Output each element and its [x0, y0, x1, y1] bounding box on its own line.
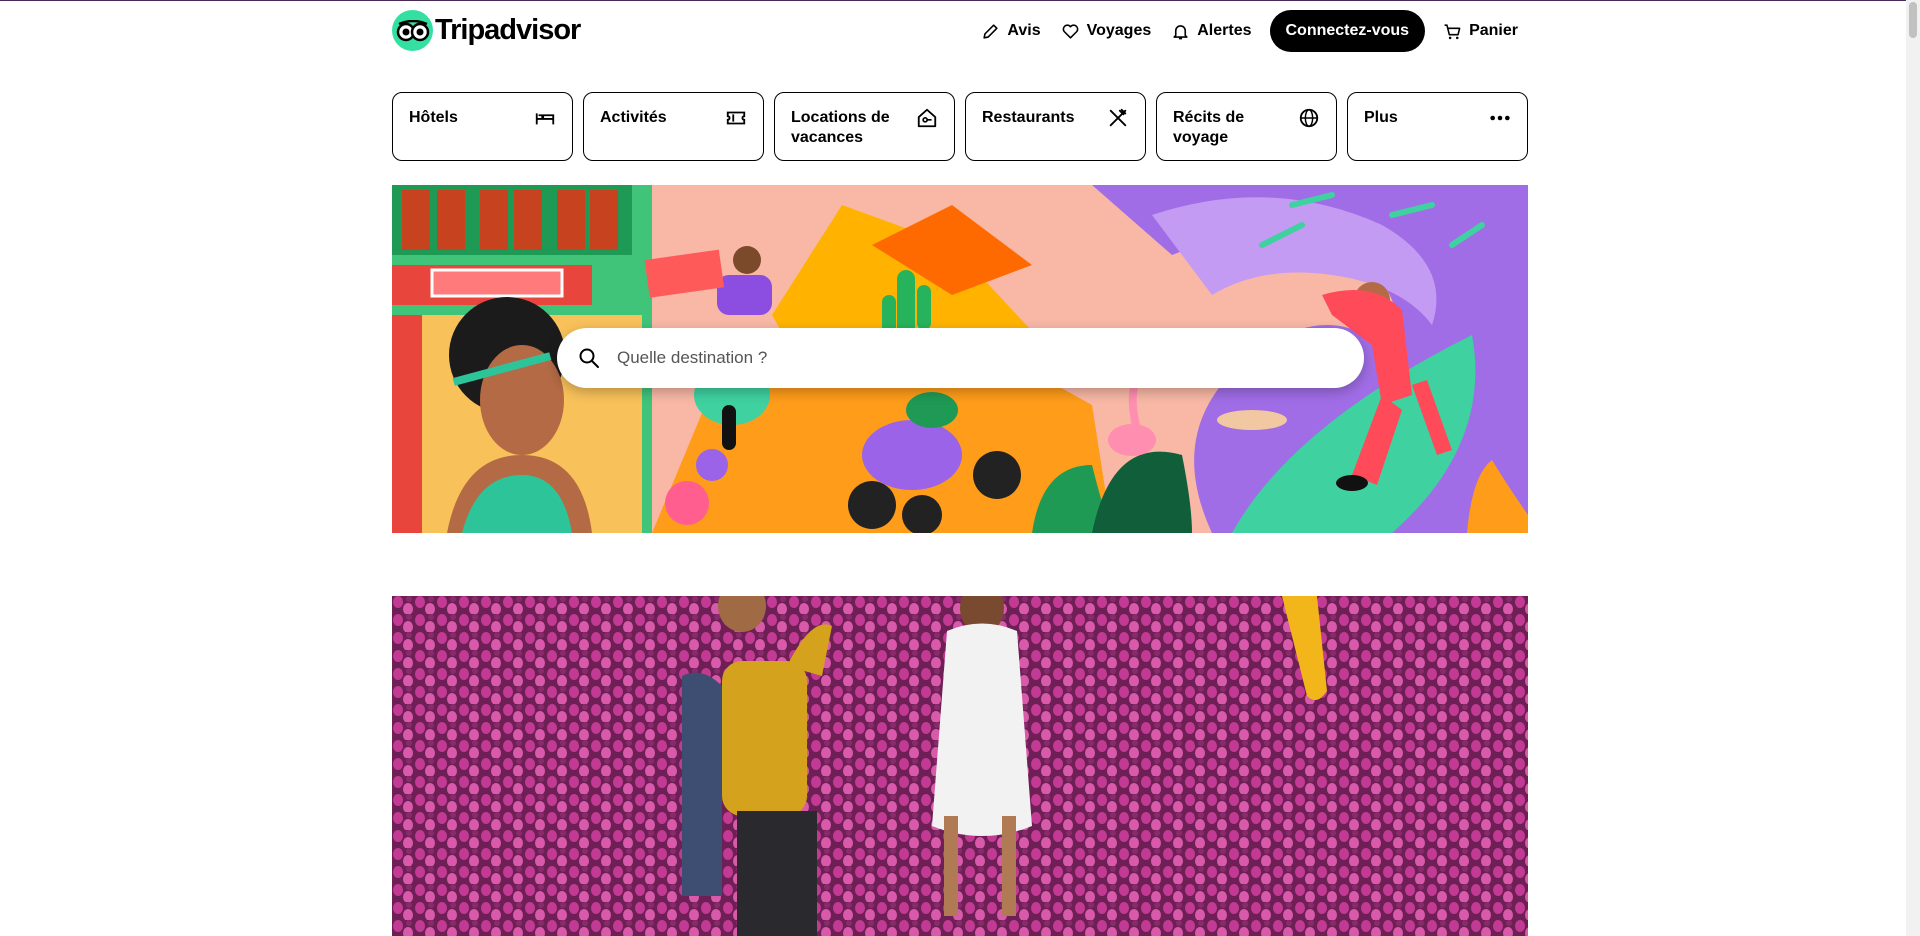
pencil-icon — [983, 23, 999, 39]
tile-label: Activités — [600, 109, 667, 126]
tile-label: Hôtels — [409, 109, 458, 126]
hero-illustration — [392, 185, 1528, 533]
brand-name: Tripadvisor — [435, 14, 581, 46]
search-input[interactable] — [615, 347, 1319, 369]
tile-restaurants[interactable]: Restaurants — [965, 92, 1146, 161]
globe-icon — [1299, 108, 1319, 128]
tile-label: Restaurants — [982, 109, 1075, 126]
ticket-icon — [726, 111, 746, 125]
tile-label: Récits de voyage — [1173, 109, 1245, 146]
more-dots-icon — [1490, 115, 1510, 121]
tile-label: Plus — [1364, 109, 1398, 126]
page-scrollbar[interactable] — [1906, 0, 1920, 936]
nav-item-alertes[interactable]: Alertes — [1161, 10, 1261, 52]
heart-icon — [1062, 23, 1079, 39]
utensils-icon — [1109, 108, 1127, 127]
owl-logo-icon — [392, 10, 433, 51]
tile-label: Locations de vacances — [791, 109, 890, 146]
nav-item-panier[interactable]: Panier — [1433, 10, 1528, 52]
category-tiles: Hôtels Activités Locations de vacances R… — [392, 92, 1528, 161]
tile-recits[interactable]: Récits de voyage — [1156, 92, 1337, 161]
bed-icon — [535, 113, 555, 125]
scrollbar-thumb[interactable] — [1909, 2, 1917, 38]
tile-activites[interactable]: Activités — [583, 92, 764, 161]
login-button[interactable]: Connectez-vous — [1269, 10, 1426, 52]
tile-locations[interactable]: Locations de vacances — [774, 92, 955, 161]
tile-hotels[interactable]: Hôtels — [392, 92, 573, 161]
nav-label: Panier — [1469, 22, 1518, 39]
site-header: Tripadvisor Avis Voyages Alertes Connect… — [392, 0, 1528, 62]
nav-label: Avis — [1007, 22, 1041, 39]
bell-icon — [1173, 24, 1188, 39]
house-key-icon — [917, 108, 937, 128]
nav-label: Alertes — [1197, 22, 1252, 39]
tripadvisor-logo[interactable]: Tripadvisor — [392, 10, 581, 51]
nav-item-voyages[interactable]: Voyages — [1051, 10, 1162, 52]
feature-banner[interactable] — [392, 596, 1528, 936]
cart-icon — [1444, 23, 1461, 39]
nav-label: Voyages — [1086, 22, 1152, 39]
header-nav: Avis Voyages Alertes Connectez-vous Pani… — [971, 10, 1528, 52]
tile-plus[interactable]: Plus — [1347, 92, 1528, 161]
search-bar[interactable] — [557, 328, 1364, 388]
nav-item-avis[interactable]: Avis — [971, 10, 1050, 52]
search-icon — [579, 348, 599, 368]
tulip-field-photo — [392, 596, 1528, 936]
